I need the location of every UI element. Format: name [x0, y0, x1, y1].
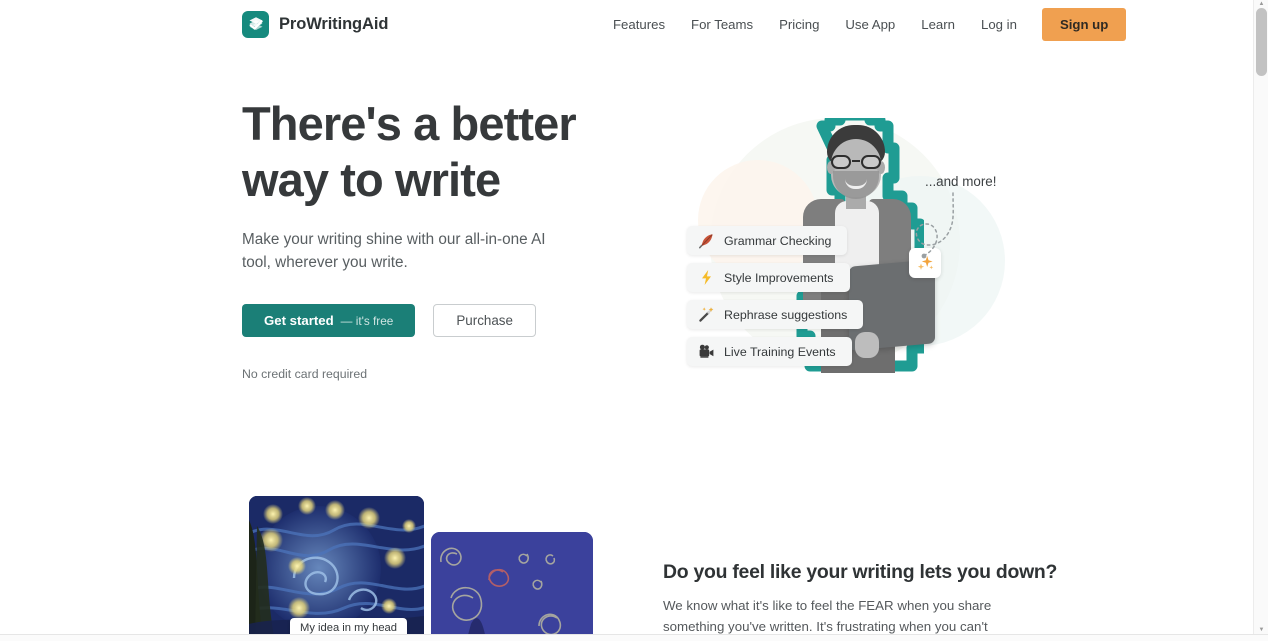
idea-vs-paper-images: My idea in my head	[249, 496, 594, 641]
feature-chip-label: Grammar Checking	[724, 233, 832, 248]
nav-link-use-app[interactable]: Use App	[832, 11, 908, 38]
nav-link-log-in[interactable]: Log in	[968, 11, 1030, 38]
glasses-bridge	[852, 160, 860, 162]
nav-link-for-teams[interactable]: For Teams	[678, 11, 766, 38]
lower-section-title: Do you feel like your writing lets you d…	[663, 561, 1058, 583]
writing-lets-you-down-section: My idea in my head Do you feel like your…	[0, 478, 1253, 641]
feature-chip-label: Style Improvements	[724, 270, 834, 285]
lower-copy: Do you feel like your writing lets you d…	[663, 561, 1058, 641]
browser-viewport: ProWritingAid Features For Teams Pricing…	[0, 0, 1268, 641]
hero-section: There's a better way to write Make your …	[0, 48, 1253, 478]
hero-copy: There's a better way to write Make your …	[242, 96, 612, 381]
get-started-label: Get started	[264, 313, 334, 328]
brand-logo-link[interactable]: ProWritingAid	[242, 10, 389, 38]
nav-link-features[interactable]: Features	[600, 11, 678, 38]
hero-cta-group: Get started — it's free Purchase	[242, 304, 612, 337]
feature-chip-grammar-checking: Grammar Checking	[687, 226, 848, 255]
feather-pen-icon	[698, 232, 715, 249]
vertical-scrollbar-thumb[interactable]	[1256, 8, 1267, 76]
feature-chip-list: Grammar Checking Style Improvements Reph…	[687, 226, 864, 366]
feature-chip-rephrase-suggestions: Rephrase suggestions	[687, 300, 864, 329]
no-credit-card-note: No credit card required	[242, 367, 368, 381]
and-more-callout: ...and more!	[915, 173, 997, 259]
purchase-button[interactable]: Purchase	[433, 304, 536, 337]
nav-link-pricing[interactable]: Pricing	[766, 11, 832, 38]
eyeglasses-icon	[830, 155, 882, 169]
vertical-scrollbar[interactable]: ▲ ▼	[1253, 0, 1268, 634]
feature-chip-label: Rephrase suggestions	[724, 307, 848, 322]
video-camera-icon	[698, 343, 715, 360]
glasses-lens-right	[861, 155, 881, 169]
get-started-suffix: — it's free	[340, 313, 394, 328]
feature-chip-label: Live Training Events	[724, 344, 836, 359]
magic-wand-icon	[698, 306, 715, 323]
feature-chip-style-improvements: Style Improvements	[687, 263, 850, 292]
dotted-loop-arrow-icon	[903, 191, 961, 266]
lightning-bolt-icon	[698, 269, 715, 286]
hero-title: There's a better way to write	[242, 96, 612, 208]
hero-subtitle: Make your writing shine with our all-in-…	[242, 231, 546, 271]
hero-illustration: ...and more! Grammar Checking Style Impr…	[660, 98, 1030, 398]
horizontal-scrollbar[interactable]	[0, 634, 1268, 641]
main-navigation: Features For Teams Pricing Use App Learn…	[600, 7, 1127, 41]
get-started-button[interactable]: Get started — it's free	[242, 304, 416, 337]
nav-link-learn[interactable]: Learn	[908, 11, 968, 38]
glasses-lens-left	[831, 155, 851, 169]
scribble-doodle-image	[431, 532, 593, 641]
sign-up-button[interactable]: Sign up	[1041, 7, 1127, 41]
feature-chip-live-training-events: Live Training Events	[687, 337, 852, 366]
hero-title-line-2: way to write	[242, 153, 501, 206]
scroll-up-arrow-icon[interactable]: ▲	[1254, 0, 1268, 8]
prowritingaid-logo-icon	[242, 10, 269, 38]
scroll-down-arrow-icon[interactable]: ▼	[1254, 626, 1268, 634]
hero-title-line-1: There's a better	[242, 97, 577, 150]
and-more-label: ...and more!	[925, 174, 997, 189]
site-header: ProWritingAid Features For Teams Pricing…	[0, 0, 1253, 48]
brand-name: ProWritingAid	[279, 14, 389, 33]
